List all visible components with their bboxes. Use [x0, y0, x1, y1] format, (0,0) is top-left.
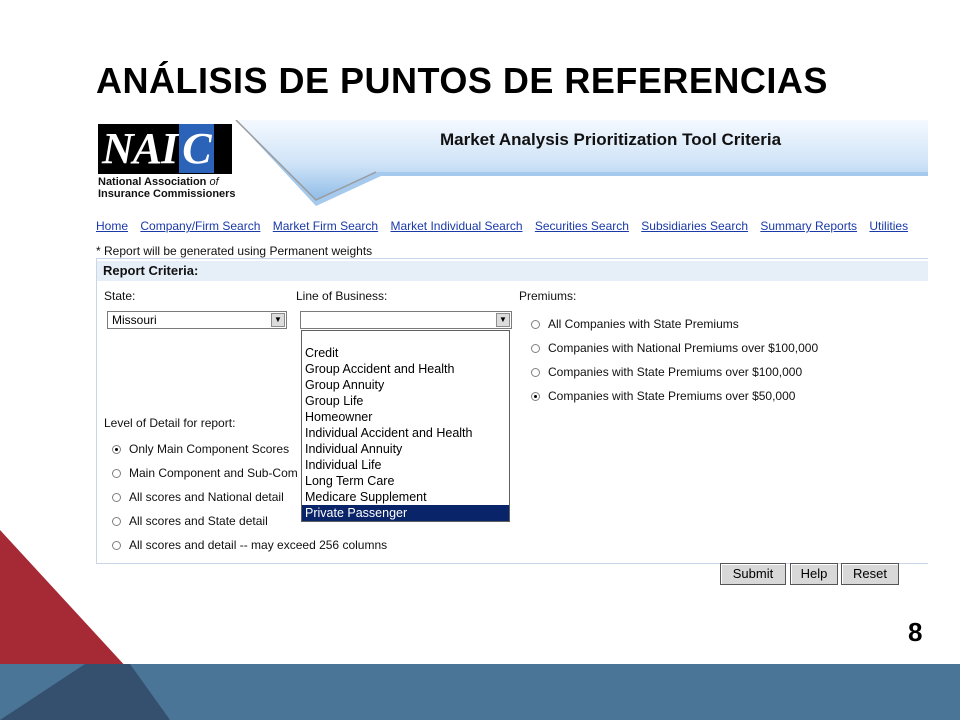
- list-item[interactable]: Individual Life: [302, 457, 509, 473]
- nav-home[interactable]: Home: [96, 219, 128, 233]
- footer-bar: [0, 664, 960, 720]
- list-item[interactable]: Group Annuity: [302, 377, 509, 393]
- chevron-down-icon[interactable]: ▼: [271, 313, 285, 327]
- nav-securities-search[interactable]: Securities Search: [535, 219, 629, 233]
- nav-subsidiaries-search[interactable]: Subsidiaries Search: [641, 219, 748, 233]
- radio-button[interactable]: [112, 468, 121, 478]
- nav-company-firm-search[interactable]: Company/Firm Search: [140, 219, 260, 233]
- detail-option-0[interactable]: Only Main Component Scores: [112, 442, 289, 456]
- nav-market-firm-search[interactable]: Market Firm Search: [273, 219, 378, 233]
- premiums-option-0[interactable]: All Companies with State Premiums: [531, 317, 739, 331]
- page-number: 8: [908, 617, 923, 647]
- list-item[interactable]: Homeowner: [302, 409, 509, 425]
- detail-option-3[interactable]: All scores and State detail: [112, 514, 268, 528]
- report-criteria-panel: Report Criteria: State: Missouri ▼ Line …: [96, 258, 928, 564]
- list-item[interactable]: Group Accident and Health: [302, 361, 509, 377]
- submit-button[interactable]: Submit: [720, 563, 786, 585]
- state-select[interactable]: Missouri ▼: [107, 311, 287, 329]
- list-item[interactable]: Medicare Supplement: [302, 489, 509, 505]
- help-button[interactable]: Help: [790, 563, 838, 585]
- reset-button[interactable]: Reset: [841, 563, 899, 585]
- nav-links: Home Company/Firm Search Market Firm Sea…: [96, 219, 928, 235]
- chevron-down-icon[interactable]: ▼: [496, 313, 510, 327]
- radio-button[interactable]: [112, 492, 121, 502]
- line-of-business-dropdown-list[interactable]: Credit Group Accident and Health Group A…: [301, 330, 510, 522]
- naic-banner: NAI C National Association of Insurance C…: [96, 120, 928, 216]
- radio-button[interactable]: [531, 367, 540, 377]
- naic-logo: NAI C: [98, 124, 232, 174]
- nav-market-individual-search[interactable]: Market Individual Search: [390, 219, 522, 233]
- line-of-business-select[interactable]: ▼: [300, 311, 512, 329]
- premiums-option-2[interactable]: Companies with State Premiums over $100,…: [531, 365, 802, 379]
- premiums-label: Premiums:: [519, 289, 577, 303]
- list-item[interactable]: Individual Accident and Health: [302, 425, 509, 441]
- slide-title: ANÁLISIS DE PUNTOS DE REFERENCIAS: [96, 60, 828, 101]
- list-item[interactable]: Credit: [302, 345, 509, 361]
- radio-button[interactable]: [531, 343, 540, 353]
- weights-note: * Report will be generated using Permane…: [96, 244, 373, 258]
- list-blank-option[interactable]: [302, 331, 509, 345]
- radio-button[interactable]: [112, 540, 121, 550]
- list-item[interactable]: Individual Annuity: [302, 441, 509, 457]
- list-item[interactable]: Long Term Care: [302, 473, 509, 489]
- line-of-business-label: Line of Business:: [296, 289, 388, 303]
- state-label: State:: [104, 289, 136, 303]
- state-select-value: Missouri: [112, 313, 157, 327]
- report-criteria-heading: Report Criteria:: [97, 261, 928, 281]
- nav-utilities[interactable]: Utilities: [869, 219, 908, 233]
- naic-screenshot: NAI C National Association of Insurance C…: [96, 120, 928, 590]
- naic-logo-subtitle: National Association of Insurance Commis…: [98, 176, 236, 200]
- detail-option-2[interactable]: All scores and National detail: [112, 490, 284, 504]
- list-item-highlighted[interactable]: Private Passenger: [302, 505, 509, 521]
- detail-option-1[interactable]: Main Component and Sub-Com: [112, 466, 298, 480]
- nav-summary-reports[interactable]: Summary Reports: [760, 219, 857, 233]
- radio-button[interactable]: [112, 516, 121, 526]
- detail-option-4[interactable]: All scores and detail -- may exceed 256 …: [112, 538, 387, 552]
- level-of-detail-label: Level of Detail for report:: [104, 416, 236, 430]
- radio-button-selected[interactable]: [112, 444, 121, 454]
- list-item[interactable]: Group Life: [302, 393, 509, 409]
- radio-button-selected[interactable]: [531, 391, 540, 401]
- tool-title: Market Analysis Prioritization Tool Crit…: [440, 130, 782, 149]
- premiums-option-3[interactable]: Companies with State Premiums over $50,0…: [531, 389, 795, 403]
- radio-button[interactable]: [531, 319, 540, 329]
- premiums-option-1[interactable]: Companies with National Premiums over $1…: [531, 341, 818, 355]
